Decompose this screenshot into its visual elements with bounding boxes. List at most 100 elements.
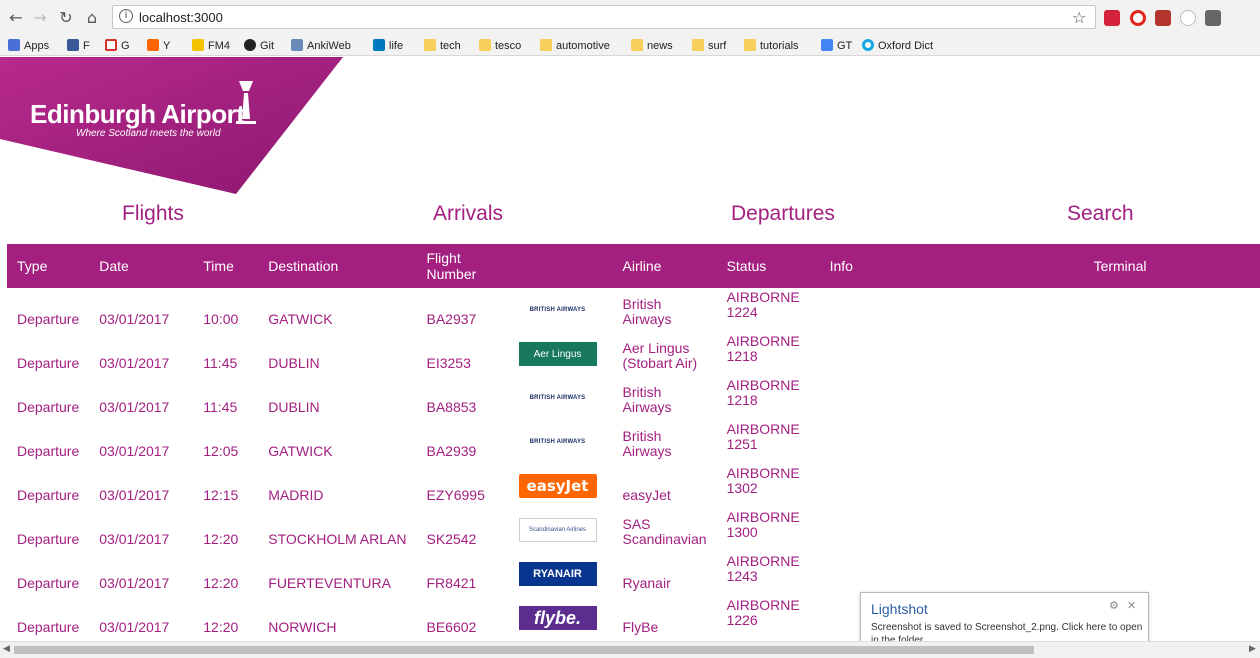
extension-icon[interactable]: [1205, 10, 1221, 26]
extension-icon[interactable]: [1155, 10, 1171, 26]
cell-destination: DUBLIN: [268, 355, 320, 371]
col-flight-number[interactable]: Flight Number: [417, 244, 513, 288]
cell-time: 12:05: [203, 443, 239, 459]
table-row[interactable]: Departure 03/01/2017 12:20 STOCKHOLM ARL…: [7, 508, 1260, 552]
col-type[interactable]: Type: [7, 244, 89, 288]
github-icon: [244, 39, 256, 51]
extension-icon[interactable]: [1104, 10, 1120, 26]
scrollbar-thumb[interactable]: [14, 646, 1034, 654]
cell-terminal: [1078, 508, 1260, 552]
wrench-icon[interactable]: ⚙: [1109, 599, 1119, 612]
bookmark-g[interactable]: G: [105, 38, 130, 54]
forward-icon[interactable]: →: [30, 8, 50, 28]
oxford-icon: [862, 39, 874, 51]
bookmark-oxford-dict[interactable]: Oxford Dict: [862, 38, 933, 54]
scroll-left-icon[interactable]: ◀: [3, 644, 10, 654]
table-row[interactable]: Departure 03/01/2017 11:45 DUBLIN BA8853…: [7, 376, 1260, 420]
nav-arrivals[interactable]: Arrivals: [433, 202, 503, 226]
cell-logo: BRITISH AIRWAYS: [513, 376, 613, 420]
bookmark-f[interactable]: F: [67, 38, 90, 54]
cell-logo: BRITISH AIRWAYS: [513, 288, 613, 332]
folder-icon: [631, 39, 643, 51]
cell-destination: STOCKHOLM ARLAN: [268, 531, 407, 547]
close-icon[interactable]: ✕: [1127, 599, 1136, 612]
bookmark-y[interactable]: Y: [147, 38, 170, 54]
bookmark-ankiweb[interactable]: AnkiWeb: [291, 38, 351, 54]
page-content: Edinburgh Airport Where Scotland meets t…: [0, 57, 1260, 641]
cell-info: [820, 552, 1078, 596]
reload-icon[interactable]: ↻: [56, 8, 76, 28]
easyjet-logo: easyJet: [518, 474, 597, 498]
address-bar[interactable]: i localhost:3000: [112, 5, 1096, 29]
col-terminal[interactable]: Terminal: [1078, 244, 1260, 288]
bookmark-gt[interactable]: GT: [821, 38, 852, 54]
cell-logo: BRITISH AIRWAYS: [513, 420, 613, 464]
bookmark-fm4[interactable]: FM4: [192, 38, 230, 54]
british-airways-logo: BRITISH AIRWAYS: [529, 438, 586, 445]
folder-icon: [424, 39, 436, 51]
cell-type: Departure: [17, 531, 80, 547]
control-tower-icon: [236, 81, 256, 124]
bookmark-tech[interactable]: tech: [424, 38, 461, 54]
bookmark-tesco[interactable]: tesco: [479, 38, 521, 54]
cell-info: [820, 420, 1078, 464]
table-row[interactable]: Departure 03/01/2017 12:05 GATWICK BA293…: [7, 420, 1260, 464]
bookmark-surf[interactable]: surf: [692, 38, 726, 54]
nav-search[interactable]: Search: [1067, 202, 1134, 226]
cell-flight-number: BA8853: [426, 399, 477, 415]
nav-flights[interactable]: Flights: [122, 202, 184, 226]
bookmark-life[interactable]: life: [373, 38, 403, 54]
table-row[interactable]: Departure 03/01/2017 10:00 GATWICK BA293…: [7, 288, 1260, 332]
col-destination[interactable]: Destination: [258, 244, 416, 288]
table-row[interactable]: Departure 03/01/2017 11:45 DUBLIN EI3253…: [7, 332, 1260, 376]
extension-icon[interactable]: [1180, 10, 1196, 26]
cell-terminal: [1078, 288, 1260, 332]
bookmark-apps[interactable]: Apps: [8, 38, 49, 54]
fm4-icon: [192, 39, 204, 51]
table-row[interactable]: Departure 03/01/2017 12:20 FUERTEVENTURA…: [7, 552, 1260, 596]
scroll-right-icon[interactable]: ▶: [1249, 644, 1256, 654]
col-airline[interactable]: Airline: [613, 244, 717, 288]
cell-airline: easyJet: [622, 487, 671, 503]
info-icon[interactable]: i: [119, 9, 133, 23]
cell-time: 12:15: [203, 487, 239, 503]
col-logo: [513, 244, 613, 288]
bookmark-news[interactable]: news: [631, 38, 673, 54]
col-date[interactable]: Date: [89, 244, 193, 288]
home-icon[interactable]: ⌂: [82, 8, 102, 28]
cell-airline: Ryanair: [622, 575, 671, 591]
col-status[interactable]: Status: [717, 244, 820, 288]
cell-time: 10:00: [203, 311, 239, 327]
horizontal-scrollbar[interactable]: ◀ ▶: [0, 641, 1260, 658]
cell-destination: FUERTEVENTURA: [268, 575, 391, 591]
cell-flight-number: FR8421: [426, 575, 477, 591]
folder-icon: [692, 39, 704, 51]
url-text[interactable]: localhost:3000: [139, 10, 223, 25]
cell-logo: Aer Lingus: [513, 332, 613, 376]
british-airways-logo: BRITISH AIRWAYS: [529, 306, 586, 313]
cell-logo: Scandinavian Airlines: [513, 508, 613, 552]
cell-date: 03/01/2017: [99, 311, 170, 327]
cell-flight-number: SK2542: [426, 531, 477, 547]
table-header-row: Type Date Time Destination Flight Number…: [7, 244, 1260, 288]
brand-name[interactable]: Edinburgh Airport: [30, 99, 245, 130]
cell-logo: RYANAIR: [513, 552, 613, 596]
cell-destination: GATWICK: [268, 443, 333, 459]
back-icon[interactable]: ←: [6, 8, 26, 28]
cell-time: 11:45: [203, 399, 238, 415]
gmail-icon: [105, 39, 117, 51]
bookmark-automotive[interactable]: automotive: [540, 38, 610, 54]
col-time[interactable]: Time: [193, 244, 258, 288]
apps-icon: [8, 39, 20, 51]
bookmark-git[interactable]: Git: [244, 38, 274, 54]
folder-icon: [744, 39, 756, 51]
col-info[interactable]: Info: [820, 244, 1078, 288]
cell-type: Departure: [17, 575, 80, 591]
bookmark-tutorials[interactable]: tutorials: [744, 38, 799, 54]
nav-departures[interactable]: Departures: [731, 202, 835, 226]
cell-flight-number: BA2937: [426, 311, 477, 327]
table-row[interactable]: Departure 03/01/2017 12:15 MADRID EZY699…: [7, 464, 1260, 508]
opera-icon[interactable]: [1130, 10, 1146, 26]
bookmark-star-icon[interactable]: ☆: [1072, 8, 1086, 27]
cell-status: AIRBORNE 1300: [726, 509, 800, 540]
